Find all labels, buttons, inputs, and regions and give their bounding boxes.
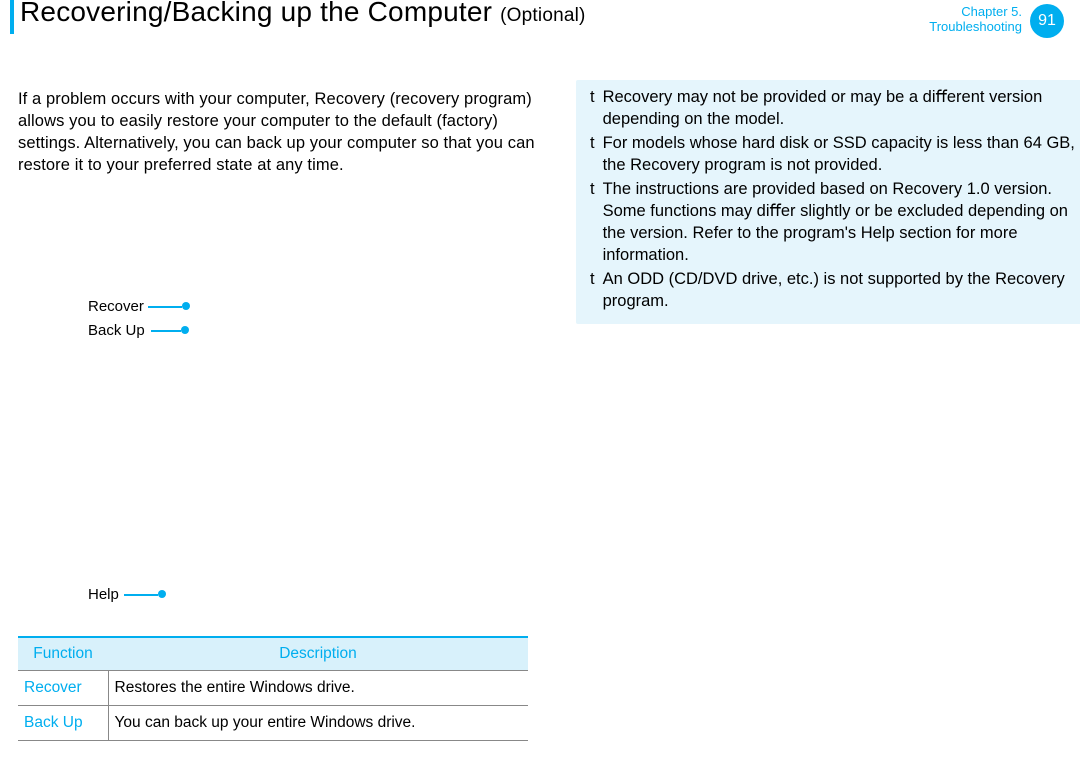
callout-backup-label: Back Up [88,322,145,339]
callout-backup-line [151,330,181,332]
table-row: Back Up You can back up your entire Wind… [18,706,528,741]
page-body: If a problem occurs with your computer, … [18,80,1068,756]
intro-paragraph: If a problem occurs with your computer, … [18,88,538,176]
table-header-row: Function Description [18,637,528,671]
right-column: t Recovery may not be provided or may be… [576,80,1080,324]
left-column: If a problem occurs with your computer, … [18,88,538,176]
note-text: The instructions are provided based on R… [603,178,1076,266]
chapter-line-1: Chapter 5. [929,4,1022,19]
table-header-function: Function [18,637,108,671]
title-accent-rule [10,0,14,34]
callout-recover-line [148,306,182,308]
table-row: Recover Restores the entire Windows driv… [18,671,528,706]
note-box: t Recovery may not be provided or may be… [576,80,1080,324]
page-number: 91 [1038,12,1056,30]
note-bullet: t [590,178,595,266]
note-bullet: t [590,86,595,130]
note-text: For models whose hard disk or SSD capaci… [603,132,1076,176]
table-cell-function: Back Up [18,706,108,741]
callout-help-label: Help [88,586,119,603]
table-cell-description: You can back up your entire Windows driv… [108,706,528,741]
page-title-sub: (Optional) [500,5,585,26]
table-cell-function: Recover [18,671,108,706]
note-bullet: t [590,268,595,312]
function-table: Function Description Recover Restores th… [18,636,528,741]
note-item: t For models whose hard disk or SSD capa… [590,132,1076,176]
table-cell-description: Restores the entire Windows drive. [108,671,528,706]
note-item: t The instructions are provided based on… [590,178,1076,266]
note-bullet: t [590,132,595,176]
note-text: An ODD (CD/DVD drive, etc.) is not suppo… [603,268,1076,312]
callout-help-line [124,594,158,596]
chapter-label: Chapter 5. Troubleshooting [929,4,1022,34]
callout-recover-dot [182,302,190,310]
note-text: Recovery may not be provided or may be a… [603,86,1076,130]
page-title: Recovering/Backing up the Computer (Opti… [20,0,586,28]
callout-recover-label: Recover [88,298,144,315]
table-header-description: Description [108,637,528,671]
callout-help-dot [158,590,166,598]
chapter-line-2: Troubleshooting [929,19,1022,34]
page-title-main: Recovering/Backing up the Computer [20,0,500,27]
note-item: t Recovery may not be provided or may be… [590,86,1076,130]
title-bar: Recovering/Backing up the Computer (Opti… [0,0,1080,38]
note-item: t An ODD (CD/DVD drive, etc.) is not sup… [590,268,1076,312]
page-number-badge: 91 [1030,4,1064,38]
callout-backup-dot [181,326,189,334]
